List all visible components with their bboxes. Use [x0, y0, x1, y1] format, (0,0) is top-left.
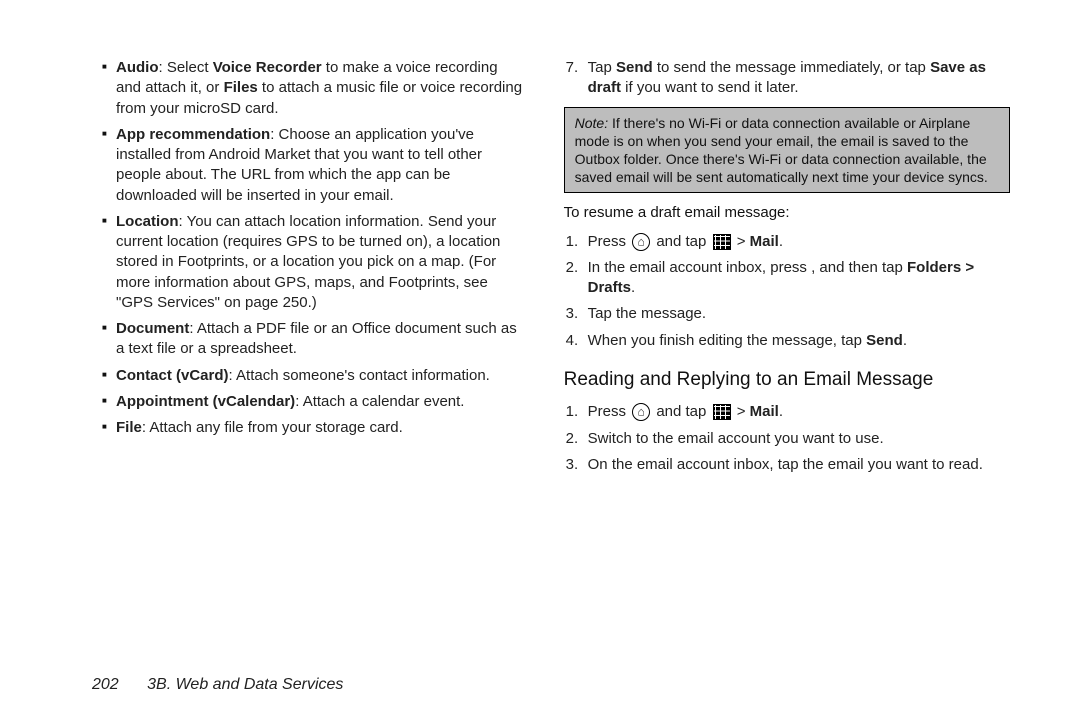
item-label: Audio [116, 59, 159, 76]
attach-options-list: Audio: Select Voice Recorder to make a v… [92, 58, 524, 438]
chapter-title: 3B. Web and Data Services [147, 676, 343, 693]
page-columns: Audio: Select Voice Recorder to make a v… [0, 0, 1080, 481]
step-2: 2. Switch to the email account you want … [566, 429, 1010, 449]
note-label: Note: [575, 115, 608, 131]
list-item: Document: Attach a PDF file or an Office… [102, 319, 524, 360]
step-1: 1. Press and tap > Mail. [566, 232, 1010, 252]
right-column: 7. Tap Send to send the message immediat… [564, 58, 1010, 481]
item-label: App recommendation [116, 126, 270, 143]
step-7: 7. Tap Send to send the message immediat… [566, 58, 1010, 99]
item-label: File [116, 419, 142, 436]
item-label: Contact (vCard) [116, 367, 229, 384]
reading-steps: 1. Press and tap > Mail. 2. Switch to th… [564, 402, 1010, 475]
step-3: 3. Tap the message. [566, 304, 1010, 324]
step-3: 3. On the email account inbox, tap the e… [566, 455, 1010, 475]
page-number: 202 [92, 676, 119, 693]
list-item: Audio: Select Voice Recorder to make a v… [102, 58, 524, 119]
home-icon [632, 403, 650, 421]
resume-steps: 1. Press and tap > Mail. 2. In the email… [564, 232, 1010, 351]
list-item: File: Attach any file from your storage … [102, 418, 524, 438]
item-label: Appointment (vCalendar) [116, 393, 295, 410]
note-text: If there's no Wi-Fi or data connection a… [575, 115, 988, 186]
page-footer: 202 3B. Web and Data Services [92, 676, 343, 694]
resume-heading: To resume a draft email message: [564, 203, 1010, 223]
apps-grid-icon [713, 234, 731, 250]
section-heading: Reading and Replying to an Email Message [564, 367, 1010, 393]
left-column: Audio: Select Voice Recorder to make a v… [92, 58, 524, 481]
send-steps: 7. Tap Send to send the message immediat… [564, 58, 1010, 99]
step-1: 1. Press and tap > Mail. [566, 402, 1010, 422]
list-item: App recommendation: Choose an applicatio… [102, 125, 524, 206]
item-label: Location [116, 213, 179, 230]
note-box: Note: If there's no Wi-Fi or data connec… [564, 107, 1010, 194]
item-label: Document [116, 320, 189, 337]
home-icon [632, 233, 650, 251]
list-item: Location: You can attach location inform… [102, 212, 524, 313]
step-2: 2. In the email account inbox, press , a… [566, 258, 1010, 299]
list-item: Contact (vCard): Attach someone's contac… [102, 366, 524, 386]
list-item: Appointment (vCalendar): Attach a calend… [102, 392, 524, 412]
step-4: 4. When you finish editing the message, … [566, 331, 1010, 351]
apps-grid-icon [713, 404, 731, 420]
